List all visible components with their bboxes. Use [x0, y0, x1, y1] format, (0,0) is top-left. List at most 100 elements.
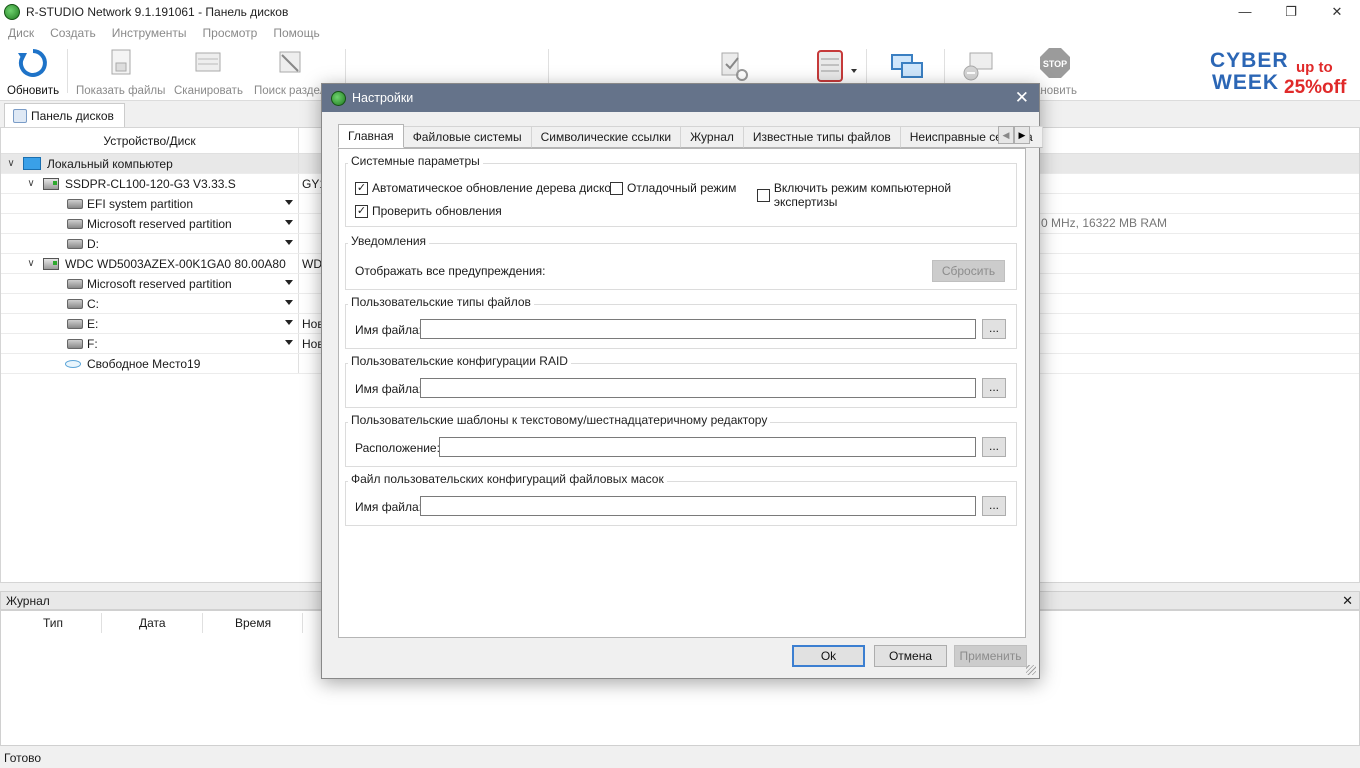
window-controls: — ❐ ✕	[1222, 0, 1360, 23]
network-computers-icon[interactable]	[890, 53, 924, 83]
partition-icon	[67, 218, 83, 229]
auto-update-checkbox[interactable]: ✓ Автоматическое обновление дерева диско…	[355, 181, 617, 195]
cancel-button[interactable]: Отмена	[874, 645, 947, 667]
apply-button[interactable]: Применить	[954, 645, 1027, 667]
user-raid-filename-input[interactable]	[420, 378, 976, 398]
maximize-button[interactable]: ❐	[1268, 0, 1314, 23]
journal-column-time[interactable]: Время	[235, 616, 271, 630]
user-masks-filename-input[interactable]	[420, 496, 976, 516]
row-dropdown-icon[interactable]	[285, 200, 293, 205]
tab-symlinks[interactable]: Символические ссылки	[530, 126, 682, 148]
resize-grip-icon[interactable]	[1026, 665, 1036, 675]
tab-file-systems[interactable]: Файловые системы	[402, 126, 532, 148]
journal-column-type[interactable]: Тип	[43, 616, 63, 630]
stop-button[interactable]: STOP ановить	[1034, 47, 1077, 97]
debug-mode-checkbox[interactable]: Отладочный режим	[610, 181, 736, 195]
tools-icon[interactable]	[716, 49, 750, 83]
scan-icon	[195, 52, 221, 72]
user-templates-location-label: Расположение:	[355, 441, 440, 455]
tab-known-file-types[interactable]: Известные типы файлов	[742, 126, 901, 148]
user-templates-title: Пользовательские шаблоны к текстовому/ше…	[348, 413, 771, 427]
menu-bar: Диск Создать Инструменты Просмотр Помощь	[0, 23, 1360, 43]
refresh-label: Обновить	[7, 85, 60, 97]
status-bar: Готово	[0, 748, 1360, 768]
menu-create[interactable]: Создать	[42, 26, 104, 40]
user-templates-location-input[interactable]	[439, 437, 976, 457]
find-partition-icon	[279, 51, 301, 73]
menu-tools[interactable]: Инструменты	[104, 26, 195, 40]
tab-scroll-buttons: ◀ ▶	[998, 126, 1030, 144]
cyber-week-promo[interactable]: CYBER WEEK up to 25%off	[1210, 47, 1346, 99]
user-file-types-browse-button[interactable]: ...	[982, 319, 1006, 339]
row-dropdown-icon[interactable]	[285, 280, 293, 285]
tree-row-label: F:	[87, 336, 98, 351]
checkbox-empty-icon	[757, 188, 770, 202]
menu-help[interactable]: Помощь	[265, 26, 327, 40]
user-masks-title: Файл пользовательских конфигураций файло…	[348, 472, 667, 486]
tree-row-label: Microsoft reserved partition	[87, 276, 232, 291]
tab-general[interactable]: Главная	[338, 124, 404, 148]
user-file-types-group: Пользовательские типы файлов Имя файла: …	[345, 295, 1017, 349]
notifications-group: Уведомления Отображать все предупреждени…	[345, 234, 1017, 290]
column-header-device[interactable]: Устройство/Диск	[1, 128, 299, 154]
scan-button[interactable]: Сканировать	[174, 47, 243, 97]
tree-row-label: D:	[87, 236, 99, 251]
tree-row-label: EFI system partition	[87, 196, 194, 211]
partition-icon	[67, 278, 83, 289]
find-partition-button[interactable]: Поиск раздел	[254, 47, 326, 97]
row-dropdown-icon[interactable]	[285, 340, 293, 345]
remove-disk-icon[interactable]	[962, 51, 996, 83]
row-dropdown-icon[interactable]	[285, 300, 293, 305]
collapse-chevron-icon[interactable]: ∨	[25, 258, 37, 269]
column-separator	[101, 613, 102, 633]
show-files-button[interactable]: Показать файлы	[76, 47, 165, 97]
stop-icon: STOP	[1040, 48, 1071, 78]
tab-disk-panel-label: Панель дисков	[31, 108, 114, 123]
reset-button[interactable]: Сбросить	[932, 260, 1005, 282]
checkbox-empty-icon	[610, 181, 623, 195]
collapse-chevron-icon[interactable]: ∨	[25, 178, 37, 189]
computer-icon	[23, 157, 41, 170]
tab-disk-panel[interactable]: Панель дисков	[4, 103, 125, 127]
dialog-close-icon[interactable]: ✕	[1015, 88, 1029, 108]
tree-row-label: E:	[87, 316, 99, 331]
close-window-button[interactable]: ✕	[1314, 0, 1360, 23]
system-params-title: Системные параметры	[348, 154, 483, 168]
tab-scroll-right-icon[interactable]: ▶	[1014, 126, 1030, 144]
status-text: Готово	[4, 751, 42, 765]
promo-line1: CYBER	[1210, 49, 1289, 72]
check-updates-checkbox[interactable]: ✓ Проверить обновления	[355, 204, 502, 218]
tree-row-col2: WD	[302, 256, 322, 271]
ok-button[interactable]: Ok	[792, 645, 865, 667]
tab-scroll-left-icon[interactable]: ◀	[998, 126, 1014, 144]
row-dropdown-icon[interactable]	[285, 320, 293, 325]
general-tab-panel: Системные параметры ✓ Автоматическое обн…	[338, 148, 1026, 638]
auto-update-label: Автоматическое обновление дерева дисков	[372, 181, 618, 195]
user-masks-filename-label: Имя файла:	[355, 500, 422, 514]
user-masks-group: Файл пользовательских конфигураций файло…	[345, 472, 1017, 526]
forensic-mode-checkbox[interactable]: Включить режим компьютерной экспертизы	[757, 181, 1016, 209]
user-file-types-filename-input[interactable]	[420, 319, 976, 339]
promo-percent: 25%off	[1284, 77, 1347, 98]
disk-panel-icon	[13, 108, 27, 123]
journal-column-date[interactable]: Дата	[139, 616, 166, 630]
user-masks-browse-button[interactable]: ...	[982, 496, 1006, 516]
user-raid-title: Пользовательские конфигурации RAID	[348, 354, 571, 368]
collapse-chevron-icon[interactable]: ∨	[5, 158, 17, 169]
user-raid-browse-button[interactable]: ...	[982, 378, 1006, 398]
refresh-button[interactable]: Обновить	[7, 47, 59, 97]
menu-view[interactable]: Просмотр	[195, 26, 266, 40]
tab-journal[interactable]: Журнал	[680, 126, 744, 148]
journal-close-icon[interactable]: ✕	[1342, 593, 1353, 609]
find-partition-label: Поиск раздел	[254, 85, 327, 97]
raid-icon[interactable]	[816, 49, 860, 83]
user-templates-browse-button[interactable]: ...	[982, 437, 1006, 457]
menu-disk[interactable]: Диск	[0, 26, 42, 40]
user-file-types-filename-label: Имя файла:	[355, 323, 422, 337]
minimize-button[interactable]: —	[1222, 0, 1268, 23]
row-dropdown-icon[interactable]	[285, 220, 293, 225]
user-file-types-title: Пользовательские типы файлов	[348, 295, 534, 309]
user-templates-group: Пользовательские шаблоны к текстовому/ше…	[345, 413, 1017, 467]
row-dropdown-icon[interactable]	[285, 240, 293, 245]
debug-mode-label: Отладочный режим	[627, 181, 737, 195]
